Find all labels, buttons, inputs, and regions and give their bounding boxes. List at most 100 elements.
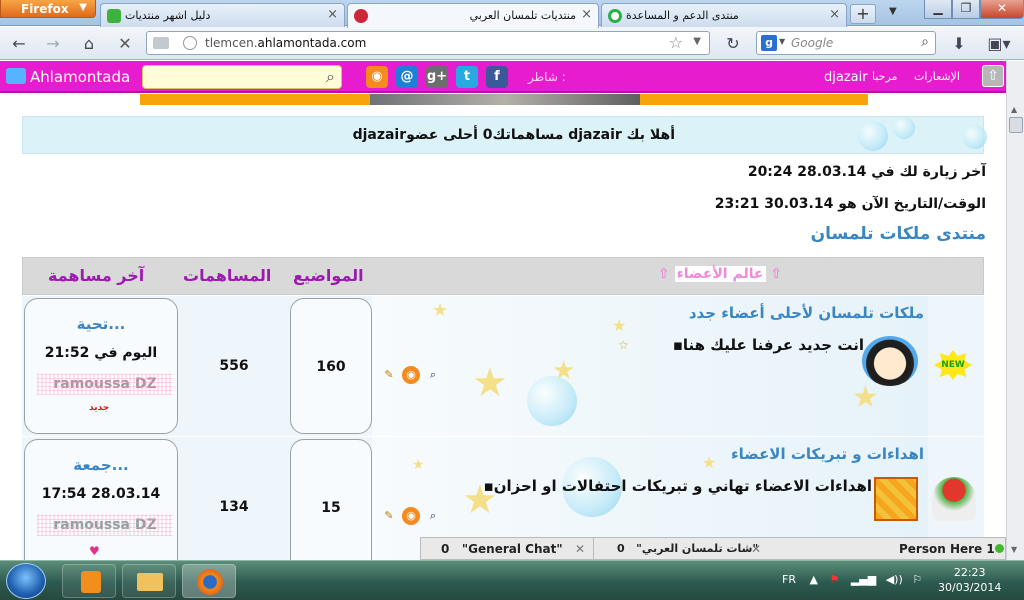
rss-icon[interactable]: ◉ <box>402 507 420 525</box>
arabic-chat-tab[interactable]: 0 "شات تلمسان العربي" <box>617 540 758 558</box>
scroll-top-icon[interactable]: ⇧ <box>982 65 1004 87</box>
search-icon[interactable]: ⌕ <box>921 34 929 50</box>
page-list-icon[interactable] <box>153 37 169 49</box>
search-placeholder: Google <box>791 36 834 50</box>
bookmarks-menu-icon[interactable]: ▣▾ <box>984 33 1014 55</box>
forum-name-link[interactable]: اهداءات و تبريكات الاعضاء <box>731 445 924 463</box>
general-chat-tab[interactable]: 0 "General Chat" <box>441 540 563 558</box>
forum-title-link[interactable]: منتدى ملكات تلمسان <box>811 224 986 244</box>
posts-cell: 134 <box>180 439 288 560</box>
welcome-box: أهلا بك djazair مساهماتك0 أحلى عضوdjazai… <box>22 116 987 154</box>
gift-box-icon <box>874 477 918 521</box>
last-post-cell: جمعة... 28.03.14 17:54 ramoussa DZ ♥ <box>24 439 178 560</box>
flag-icon[interactable]: ⚐ <box>912 573 922 586</box>
search-icon[interactable]: ⌕ <box>424 366 442 384</box>
google-plus-icon[interactable]: g+ <box>426 66 448 88</box>
tab-tlemcen[interactable]: منتديات تلمسان العربي × <box>347 3 599 28</box>
reload-icon[interactable]: ↻ <box>722 33 744 55</box>
volume-icon[interactable]: ◀)) <box>886 573 903 586</box>
clock-time: 22:23 <box>953 566 986 579</box>
share-label: شاطر : <box>528 70 566 84</box>
new-label: جديد <box>89 403 110 413</box>
table-header: ⇧ عالم الأعضاء ⇧ المواضيع المساهمات آخر … <box>22 257 984 295</box>
close-icon[interactable]: ✕ <box>751 540 761 558</box>
new-tab-button[interactable]: + <box>850 4 876 24</box>
edit-pencil-icon[interactable]: ✎ <box>380 507 398 525</box>
maximize-button[interactable]: ❐ <box>952 0 980 19</box>
scroll-down-icon[interactable]: ▼ <box>1011 545 1017 554</box>
chevron-down-icon: ▼ <box>779 37 786 46</box>
url-dropdown-icon[interactable]: ▼ <box>693 36 701 47</box>
smiley-boy-icon <box>862 336 918 386</box>
username-link[interactable]: djazair <box>824 70 868 85</box>
tab-directory[interactable]: دليل اشهر منتديات × <box>100 3 345 27</box>
category-title[interactable]: ⇧ عالم الأعضاء ⇧ <box>658 266 782 282</box>
back-icon[interactable]: ← <box>8 33 30 55</box>
tab-label: منتديات تلمسان العربي <box>469 9 576 22</box>
close-window-button[interactable]: ✕ <box>980 0 1024 19</box>
twitter-icon[interactable]: t <box>456 66 478 88</box>
last-post-user[interactable]: ramoussa DZ <box>37 373 173 395</box>
media-player-icon[interactable] <box>62 564 116 598</box>
home-icon[interactable]: ⌂ <box>78 33 100 55</box>
topics-header: المواضيع <box>293 266 364 285</box>
description-text: انت جديد عرفنا عليك هنا <box>682 336 864 354</box>
last-post-header: آخر مساهمة <box>48 266 145 285</box>
edit-pencil-icon[interactable]: ✎ <box>380 366 398 384</box>
firefox-taskbar-icon[interactable] <box>182 564 236 598</box>
email-icon[interactable]: @ <box>396 66 418 88</box>
posts-count: 556 <box>219 358 249 374</box>
close-icon[interactable]: × <box>327 7 338 22</box>
download-icon[interactable]: ⬇ <box>948 33 970 55</box>
people-here[interactable]: Person Here 1 <box>899 540 995 558</box>
forum-description: انت جديد عرفنا عليك هنا▪ <box>672 336 864 354</box>
close-icon[interactable]: × <box>829 7 840 22</box>
last-post-title[interactable]: جمعة... <box>25 456 177 474</box>
bubble-decoration <box>858 121 888 151</box>
window-titlebar: Firefox ▼ دليل اشهر منتديات × منتديات تلم… <box>0 0 1024 28</box>
rss-icon[interactable]: ◉ <box>402 366 420 384</box>
stop-icon[interactable]: ✕ <box>114 33 136 55</box>
forum-search-input[interactable]: ⌕ <box>142 65 342 89</box>
search-icon[interactable]: ⌕ <box>326 67 335 87</box>
file-explorer-icon[interactable] <box>122 564 176 598</box>
notifications-link[interactable]: الإشعارات <box>914 70 960 83</box>
signal-icon[interactable]: ▂▄▆ <box>851 573 876 586</box>
firefox-menu-button[interactable]: Firefox ▼ <box>0 0 96 18</box>
tab-label: دليل اشهر منتديات <box>125 9 211 22</box>
close-icon[interactable]: × <box>581 7 592 22</box>
last-post-title[interactable]: تحية... <box>25 315 177 333</box>
minimize-button[interactable]: ▁ <box>924 0 952 19</box>
tab-support[interactable]: منتدى الدعم و المساعدة × <box>601 3 847 27</box>
topics-count: 15 <box>321 500 341 516</box>
bookmark-star-icon[interactable]: ☆ <box>669 33 683 52</box>
action-center-icon[interactable]: ⚑ <box>829 573 839 586</box>
start-button[interactable] <box>6 563 46 599</box>
chat-logo-icon <box>6 68 26 84</box>
circle-logo-icon <box>608 9 622 23</box>
last-visit-text: آخر زيارة لك في 28.03.14 20:24 <box>747 164 986 180</box>
last-post-user[interactable]: ramoussa DZ <box>37 514 173 536</box>
close-icon[interactable]: ✕ <box>575 540 585 558</box>
ahlamontada-logo[interactable]: Ahlamontada <box>6 68 130 86</box>
google-icon[interactable]: g <box>761 35 777 51</box>
forum-name-link[interactable]: ملكات تلمسان لأحلى أعضاء جدد <box>689 304 924 322</box>
scroll-thumb[interactable] <box>1009 117 1023 133</box>
chevron-up-icon[interactable]: ▲ <box>809 573 817 586</box>
tab-list-icon[interactable]: ▼ <box>889 6 897 17</box>
search-field[interactable]: g ▼ Google ⌕ <box>756 31 936 55</box>
facebook-icon[interactable]: f <box>486 66 508 88</box>
url-bar[interactable]: tlemcen.ahlamontada.com ☆ ▼ <box>146 31 710 55</box>
search-icon[interactable]: ⌕ <box>424 507 442 525</box>
last-post-cell: تحية... اليوم في 21:52 ramoussa DZ جديد <box>24 298 178 434</box>
speech-bubble-icon <box>107 9 121 23</box>
language-indicator[interactable]: FR <box>782 573 796 586</box>
banner-image <box>370 94 640 105</box>
scroll-up-icon[interactable]: ▲ <box>1011 105 1017 114</box>
online-dot-icon <box>995 544 1004 553</box>
rss-icon[interactable]: ◉ <box>366 66 388 88</box>
page-scrollbar[interactable]: ▲ ▼ <box>1006 61 1024 560</box>
taskbar-clock[interactable]: 22:23 30/03/2014 <box>938 565 1001 595</box>
forward-icon[interactable]: → <box>42 33 64 55</box>
description-text: اهداءات الاعضاء تهاني و تبريكات احتفالات… <box>493 477 872 495</box>
